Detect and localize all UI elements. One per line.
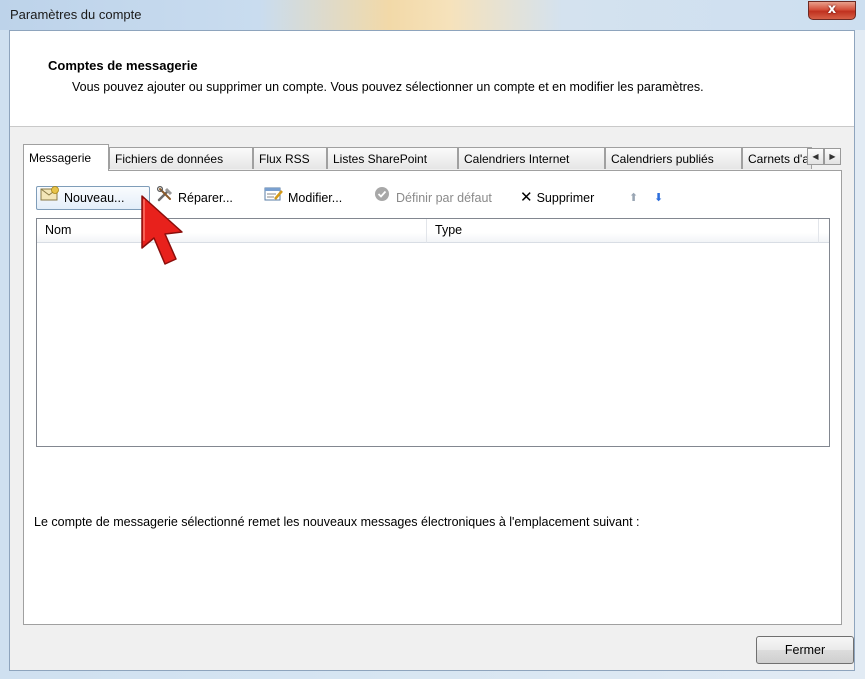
tab-calendriers-internet[interactable]: Calendriers Internet <box>458 147 605 169</box>
arrow-up-icon: ⬆ <box>629 192 639 204</box>
set-default-button[interactable]: Définir par défaut <box>374 186 492 210</box>
tab-fichiers-de-donnees[interactable]: Fichiers de données <box>109 147 253 169</box>
header-panel: Comptes de messagerie Vous pouvez ajoute… <box>10 31 854 127</box>
close-dialog-button[interactable]: Fermer <box>756 636 854 664</box>
section-title: Comptes de messagerie <box>48 58 198 73</box>
move-up-button[interactable]: ⬆ <box>629 186 638 210</box>
tab-flux-rss[interactable]: Flux RSS <box>253 147 327 169</box>
arrow-left-icon: ◀ <box>812 152 819 161</box>
red-pointer-arrow-icon <box>128 190 190 273</box>
tab-messagerie[interactable]: Messagerie <box>23 144 109 171</box>
arrow-down-icon: ⬇ <box>654 192 664 204</box>
move-down-button[interactable]: ⬇ <box>654 186 663 210</box>
modify-button[interactable]: Modifier... <box>264 186 342 210</box>
tab-listes-sharepoint[interactable]: Listes SharePoint <box>327 147 458 169</box>
tab-calendriers-publies[interactable]: Calendriers publiés <box>605 147 742 169</box>
window-close-button[interactable]: x <box>808 1 856 20</box>
list-body[interactable] <box>37 243 829 446</box>
modify-label: Modifier... <box>288 191 343 205</box>
window-title: Paramètres du compte <box>10 7 142 22</box>
column-header-nom[interactable]: Nom <box>37 219 427 243</box>
title-bar[interactable]: Paramètres du compte x <box>0 0 865 30</box>
delete-button[interactable]: ✕ Supprimer <box>520 186 594 210</box>
edit-account-icon <box>264 186 284 210</box>
new-mail-icon <box>40 186 60 210</box>
dialog-client-area: Comptes de messagerie Vous pouvez ajoute… <box>9 30 855 671</box>
delete-x-icon: ✕ <box>520 189 533 206</box>
arrow-right-icon: ▶ <box>829 152 836 161</box>
delivery-location-text: Le compte de messagerie sélectionné reme… <box>34 515 640 529</box>
delete-label: Supprimer <box>536 191 595 205</box>
set-default-label: Définir par défaut <box>396 191 492 205</box>
tab-scroll-right-button[interactable]: ▶ <box>824 148 841 165</box>
column-header-filler <box>819 219 829 243</box>
account-settings-window: Paramètres du compte x Comptes de messag… <box>0 0 865 679</box>
close-icon: x <box>827 2 837 17</box>
new-account-label: Nouveau... <box>64 191 125 205</box>
tab-carnets-d-adresses[interactable]: Carnets d'adresses <box>742 147 812 169</box>
tab-strip: Messagerie Fichiers de données Flux RSS … <box>23 144 842 171</box>
section-description: Vous pouvez ajouter ou supprimer un comp… <box>72 80 704 94</box>
column-header-type[interactable]: Type <box>427 219 819 243</box>
tab-scroll-left-button[interactable]: ◀ <box>807 148 824 165</box>
check-circle-icon <box>374 186 392 210</box>
